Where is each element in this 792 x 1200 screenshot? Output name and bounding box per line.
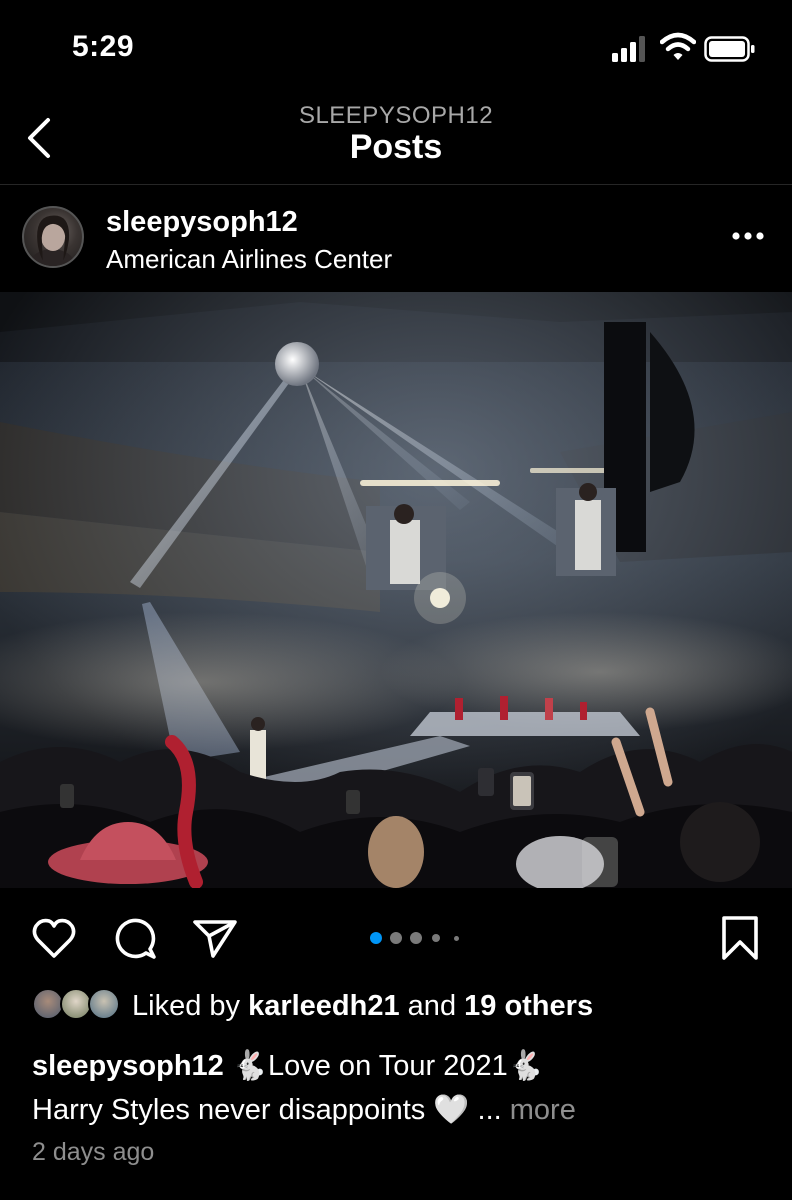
status-time: 5:29 [72, 30, 135, 63]
post-actions [0, 900, 792, 976]
caption-ellipsis: ... [469, 1094, 510, 1126]
status-bar: 5:29 [0, 0, 792, 100]
caption-text-1: 🐇Love on Tour 2021🐇 [223, 1050, 544, 1082]
post-timestamp: 2 days ago [32, 1138, 155, 1166]
likes-middle: and [399, 990, 465, 1022]
concert-photo [0, 292, 792, 888]
page-title: Posts [349, 128, 443, 166]
first-liker-link[interactable]: karleedh21 [248, 990, 400, 1022]
post-header: sleepysoph12 American Airlines Center [0, 186, 792, 292]
avatar-portrait [29, 215, 75, 266]
more-options-icon[interactable] [728, 224, 768, 248]
caption-username[interactable]: sleepysoph12 [32, 1050, 224, 1082]
others-link[interactable]: 19 others [464, 990, 593, 1022]
bookmark-icon[interactable] [720, 914, 760, 962]
nav-header: SLEEPYSOPH12 Posts [0, 96, 792, 185]
avatar[interactable] [22, 206, 84, 268]
caption-line-1: sleepysoph12 🐇Love on Tour 2021🐇 [32, 1044, 772, 1088]
post-caption: sleepysoph12 🐇Love on Tour 2021🐇 Harry S… [32, 1044, 772, 1132]
comment-icon[interactable] [112, 916, 158, 962]
caption-line-2: Harry Styles never disappoints 🤍 ... mor… [32, 1088, 772, 1132]
wifi-icon [660, 32, 696, 60]
signal-icon [612, 36, 645, 62]
heart-icon[interactable] [30, 916, 78, 960]
carousel-dot [454, 936, 459, 941]
likes-prefix: Liked by [132, 990, 249, 1022]
caption-more-link[interactable]: more [510, 1094, 576, 1126]
caption-text-2: Harry Styles never disappoints 🤍 [32, 1094, 470, 1126]
liker-avatar [88, 988, 120, 1020]
post-location[interactable]: American Airlines Center [106, 244, 392, 275]
post-photo[interactable] [0, 292, 792, 888]
likes-row[interactable]: Liked by karleedh21 and 19 others [0, 982, 792, 1034]
post-username[interactable]: sleepysoph12 [106, 206, 298, 239]
carousel-dot [410, 932, 422, 944]
share-icon[interactable] [192, 918, 238, 960]
battery-icon [704, 36, 755, 62]
nav-subtitle: SLEEPYSOPH12 [298, 102, 494, 129]
carousel-dot-active [370, 932, 382, 944]
carousel-dot [432, 934, 440, 942]
carousel-dot [390, 932, 402, 944]
likes-text: Liked by karleedh21 and 19 others [132, 990, 593, 1023]
